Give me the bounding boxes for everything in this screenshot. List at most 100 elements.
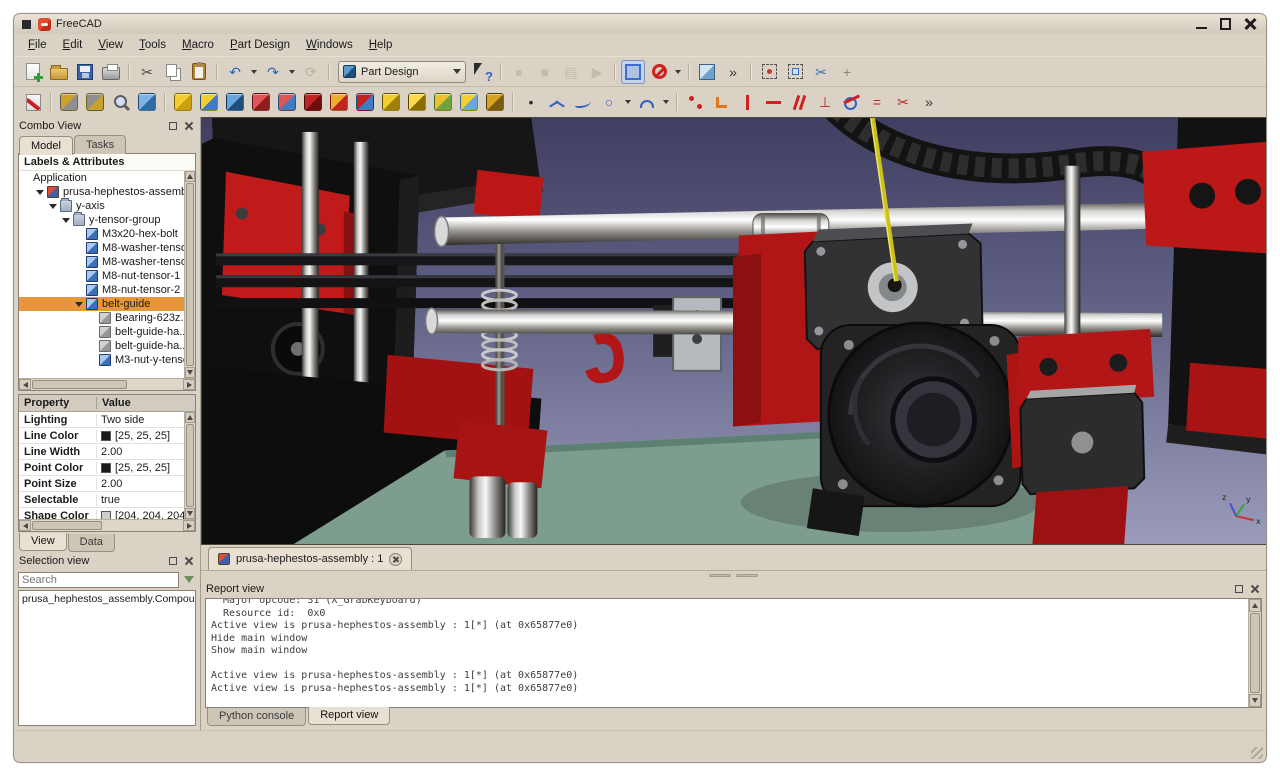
additive-pipe-icon[interactable] [301, 90, 325, 114]
property-value[interactable]: true [97, 494, 184, 506]
draft-icon[interactable] [431, 90, 455, 114]
tree-item[interactable]: Application [19, 171, 184, 185]
close-button[interactable] [1241, 17, 1258, 31]
property-value[interactable]: Two side [97, 414, 184, 426]
tree-item[interactable]: Bearing-623z... [19, 311, 184, 325]
selection-list-item[interactable]: prusa_hephestos_assembly.Compound0 [19, 591, 195, 607]
property-horizontal-scrollbar[interactable] [19, 519, 195, 531]
additive-loft-icon[interactable] [275, 90, 299, 114]
property-row[interactable]: Selectabletrue [19, 492, 184, 508]
thickness-icon[interactable] [457, 90, 481, 114]
tree-item[interactable]: M8-washer-tenso... [19, 241, 184, 255]
tab-model[interactable]: Model [19, 136, 73, 155]
clipping-menu-icon[interactable] [673, 60, 683, 84]
groove-icon[interactable] [249, 90, 273, 114]
boolean-operation-icon[interactable] [353, 90, 377, 114]
property-row[interactable]: LightingTwo side [19, 412, 184, 428]
expander-icon[interactable] [74, 299, 85, 310]
scroll-right-icon[interactable] [183, 520, 195, 531]
scroll-down-icon[interactable] [185, 508, 195, 519]
property-row[interactable]: Line Width2.00 [19, 444, 184, 460]
property-row[interactable]: Point Color[25, 25, 25] [19, 460, 184, 476]
linear-pattern-icon[interactable] [483, 90, 507, 114]
import-geometry-icon[interactable] [57, 90, 81, 114]
property-value[interactable]: [25, 25, 25] [97, 462, 184, 474]
console-vertical-scrollbar[interactable] [1248, 599, 1261, 707]
new-document-icon[interactable] [21, 60, 45, 84]
scrollbar-thumb[interactable] [186, 424, 194, 507]
view-overflow-icon[interactable]: » [721, 60, 745, 84]
export-geometry-icon[interactable] [83, 90, 107, 114]
create-spline-icon[interactable] [571, 90, 595, 114]
menu-windows[interactable]: Windows [298, 36, 361, 54]
constrain-parallel-icon[interactable] [787, 90, 811, 114]
paste-icon[interactable] [187, 60, 211, 84]
tree-item[interactable]: belt-guide [19, 297, 184, 311]
toolbar-overflow-icon[interactable]: » [917, 90, 941, 114]
print-icon[interactable] [99, 60, 123, 84]
property-value[interactable]: 2.00 [97, 478, 184, 490]
property-row[interactable]: Line Color[25, 25, 25] [19, 428, 184, 444]
expander-icon[interactable] [61, 215, 72, 226]
menu-file[interactable]: File [20, 36, 55, 54]
create-arc-icon[interactable] [635, 90, 659, 114]
create-point-icon[interactable]: • [519, 90, 543, 114]
create-circle-icon[interactable]: ○ [597, 90, 621, 114]
property-value[interactable]: 2.00 [97, 446, 184, 458]
menu-view[interactable]: View [90, 36, 131, 54]
close-panel-icon[interactable] [183, 555, 195, 567]
trim-edge-icon[interactable]: ✂ [891, 90, 915, 114]
tree-item[interactable]: M8-nut-tensor-2 [19, 283, 184, 297]
menu-edit[interactable]: Edit [55, 36, 91, 54]
resize-grip[interactable] [1251, 747, 1263, 759]
create-polyline-icon[interactable] [545, 90, 569, 114]
maximize-button[interactable] [1217, 17, 1234, 31]
validate-sketch-icon[interactable] [109, 90, 133, 114]
fit-selection-icon[interactable] [783, 60, 807, 84]
whats-this-icon[interactable]: ? [471, 60, 495, 84]
close-panel-icon[interactable] [183, 120, 195, 132]
float-panel-icon[interactable] [167, 555, 179, 567]
close-panel-icon[interactable] [1249, 583, 1261, 595]
redo-menu-icon[interactable] [287, 60, 297, 84]
scroll-down-icon[interactable] [1249, 694, 1261, 707]
tree-vertical-scrollbar[interactable] [184, 171, 195, 378]
3d-viewport[interactable]: x y z [201, 117, 1266, 545]
menu-macro[interactable]: Macro [174, 36, 222, 54]
selection-view-header[interactable]: Selection view [14, 552, 200, 570]
datum-shape-icon[interactable] [135, 90, 159, 114]
filter-icon[interactable] [182, 573, 196, 587]
constrain-tangent-icon[interactable] [839, 90, 863, 114]
report-console[interactable]: Major opcode: 31 (X_GrabKeyboard) Resour… [205, 598, 1262, 708]
tab-view[interactable]: View [19, 533, 67, 551]
scroll-left-icon[interactable] [19, 379, 31, 390]
minimize-button[interactable] [1193, 17, 1210, 31]
property-value[interactable]: [204, 204, 204] [97, 510, 184, 520]
panel-splitter[interactable] [201, 571, 1266, 580]
tab-data[interactable]: Data [68, 534, 115, 552]
pad-icon[interactable] [171, 90, 195, 114]
scrollbar-thumb[interactable] [186, 183, 194, 366]
constrain-equal-icon[interactable]: = [865, 90, 889, 114]
open-document-icon[interactable] [47, 60, 71, 84]
menu-part-design[interactable]: Part Design [222, 36, 298, 54]
property-vertical-scrollbar[interactable] [184, 412, 195, 519]
constrain-vertical-icon[interactable] [735, 90, 759, 114]
scroll-right-icon[interactable] [183, 379, 195, 390]
tab-tasks[interactable]: Tasks [74, 135, 126, 154]
menu-tools[interactable]: Tools [131, 36, 174, 54]
property-row[interactable]: Shape Color[204, 204, 204] [19, 508, 184, 519]
fillet-icon[interactable] [379, 90, 403, 114]
tab-report-view[interactable]: Report view [308, 707, 390, 725]
property-row[interactable]: Point Size2.00 [19, 476, 184, 492]
float-panel-icon[interactable] [1233, 583, 1245, 595]
constrain-coincident-icon[interactable] [683, 90, 707, 114]
expander-icon[interactable] [48, 201, 59, 212]
menu-help[interactable]: Help [361, 36, 401, 54]
selection-filter-icon[interactable] [621, 60, 645, 84]
constrain-horizontal-icon[interactable] [761, 90, 785, 114]
dock-views-icon[interactable]: + [835, 60, 859, 84]
tree-item[interactable]: M8-washer-tenso... [19, 255, 184, 269]
save-document-icon[interactable] [73, 60, 97, 84]
property-value[interactable]: [25, 25, 25] [97, 430, 184, 442]
